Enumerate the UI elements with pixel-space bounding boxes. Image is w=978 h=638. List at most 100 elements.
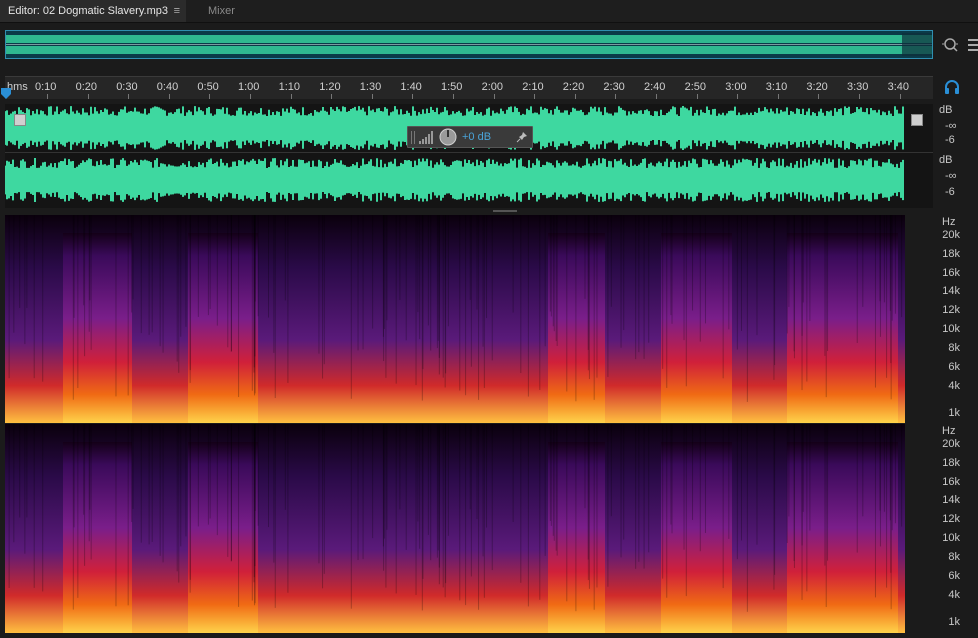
spectrogram-texture-line bbox=[422, 424, 424, 579]
ruler-tick-mark bbox=[656, 94, 657, 99]
spectrogram-texture-line bbox=[643, 424, 645, 569]
tab-editor[interactable]: Editor: 02 Dogmatic Slavery.mp3 ≡ bbox=[0, 0, 186, 22]
spectrogram-texture-line bbox=[566, 424, 568, 602]
spectrogram-texture-line bbox=[635, 215, 637, 360]
time-ruler[interactable]: hms 0:10 0:20 0:30 0:40 0:50 1:00 1:10 1:20 1:30 1… bbox=[5, 76, 933, 99]
drag-grip-icon[interactable] bbox=[410, 130, 416, 145]
ruler-tick-label: 2:40 bbox=[644, 81, 666, 93]
spectrogram-texture-line bbox=[72, 215, 74, 400]
ruler-tick-label: 2:00 bbox=[481, 81, 504, 93]
ruler-tick-mark bbox=[250, 94, 251, 99]
spectrogram-texture-line bbox=[587, 215, 589, 350]
panel-resize-grip[interactable] bbox=[493, 209, 517, 213]
spectrogram-texture-line bbox=[395, 215, 397, 384]
spectral-display-left[interactable] bbox=[5, 215, 933, 423]
spectrogram-texture-line bbox=[643, 215, 645, 359]
spectrogram-texture-line bbox=[415, 424, 417, 595]
spectrogram-texture-line bbox=[323, 424, 325, 574]
ruler-tick-mark bbox=[615, 94, 617, 99]
pin-icon[interactable] bbox=[516, 131, 528, 143]
spectrogram-texture-line bbox=[856, 215, 858, 344]
overview-navigator[interactable] bbox=[5, 30, 933, 59]
hz-label: 1k bbox=[948, 616, 960, 628]
spectrogram-texture-line bbox=[553, 215, 555, 332]
spectrogram-texture-line bbox=[209, 424, 211, 519]
spectrogram-texture-line bbox=[593, 215, 595, 400]
spectrogram-texture-line bbox=[894, 215, 896, 314]
playhead-icon[interactable] bbox=[0, 88, 12, 100]
hz-label: 1k bbox=[948, 407, 960, 419]
spectrogram-texture-line bbox=[437, 215, 439, 341]
spectrogram-texture-line bbox=[486, 424, 488, 528]
spectrogram-texture-line bbox=[372, 424, 374, 539]
fade-out-handle[interactable] bbox=[911, 114, 923, 126]
waveform-display[interactable] bbox=[4, 104, 933, 208]
volume-value[interactable]: +0 dB bbox=[462, 131, 491, 143]
spectrogram-texture-line bbox=[539, 215, 541, 390]
spectrogram-texture-line bbox=[115, 215, 117, 397]
hz-label: 6k bbox=[948, 570, 960, 582]
ruler-tick-mark bbox=[290, 94, 292, 99]
db-unit-label: dB bbox=[939, 104, 953, 116]
spectrogram-texture-line bbox=[386, 215, 388, 321]
spectrogram-texture-line bbox=[383, 424, 385, 539]
spectrogram-texture-line bbox=[620, 424, 622, 558]
spectrogram-texture-line bbox=[512, 424, 514, 523]
spectrogram-texture-line bbox=[699, 424, 701, 552]
spectrogram-texture-line bbox=[825, 424, 827, 608]
spectrogram-texture-line bbox=[357, 215, 359, 351]
spectrogram-texture-line bbox=[699, 215, 701, 342]
spectrogram-texture-line bbox=[556, 424, 558, 556]
spectrogram-texture-line bbox=[512, 215, 514, 313]
spectrogram-texture-line bbox=[722, 424, 724, 589]
hz-label: 10k bbox=[942, 532, 960, 544]
spectrogram-texture-line bbox=[430, 215, 432, 351]
spectrogram-texture-line bbox=[19, 215, 21, 309]
db-unit-label: dB bbox=[939, 154, 953, 166]
spectrogram-texture-line bbox=[274, 424, 276, 608]
spectrogram-texture-line bbox=[544, 215, 546, 347]
spectrogram-texture-line bbox=[77, 424, 79, 598]
spectrogram-texture-line bbox=[419, 215, 421, 340]
tab-menu-icon[interactable]: ≡ bbox=[174, 0, 180, 22]
db-scale-right: dB -∞ -6 bbox=[935, 154, 978, 208]
spectrogram-texture-line bbox=[476, 215, 478, 310]
spectrogram-texture-line bbox=[552, 424, 554, 536]
volume-hud[interactable]: +0 dB bbox=[407, 126, 533, 148]
spectral-display-right[interactable] bbox=[5, 424, 933, 633]
spectrogram-texture-line bbox=[476, 424, 478, 520]
headphones-icon[interactable] bbox=[944, 80, 960, 94]
tab-mixer-label: Mixer bbox=[208, 5, 235, 17]
spectrogram-texture-line bbox=[610, 215, 612, 307]
hz-label: 8k bbox=[948, 342, 960, 354]
spectrogram-texture-line bbox=[84, 215, 86, 357]
spectrogram-texture-line bbox=[436, 424, 438, 558]
spectrogram-texture-line bbox=[469, 215, 471, 300]
volume-knob-icon[interactable] bbox=[439, 128, 457, 146]
spectrogram-texture-line bbox=[422, 215, 424, 370]
spectrogram-texture-line bbox=[197, 424, 199, 527]
tab-mixer[interactable]: Mixer bbox=[200, 0, 243, 22]
spectrogram-texture-line bbox=[886, 424, 888, 588]
fade-in-handle[interactable] bbox=[14, 114, 26, 126]
spectrogram-texture-line bbox=[180, 215, 182, 337]
spectrogram-texture-line bbox=[894, 424, 896, 524]
ruler-tick-mark bbox=[534, 94, 536, 99]
spectrogram-texture-line bbox=[520, 215, 522, 374]
zoom-icon[interactable] bbox=[941, 36, 959, 54]
spectrogram-texture-line bbox=[879, 215, 881, 337]
spectrogram-texture-line bbox=[322, 215, 324, 379]
ruler-tick-mark bbox=[87, 94, 89, 99]
spectrogram-texture-line bbox=[444, 215, 446, 388]
spectrogram-texture-line bbox=[127, 424, 129, 606]
spectrogram-texture-line bbox=[127, 215, 129, 396]
spectrogram-texture-line bbox=[115, 424, 117, 607]
hz-label: 12k bbox=[942, 304, 960, 316]
spectrogram-texture-line bbox=[430, 424, 432, 561]
ruler-tick-label: 3:40 bbox=[887, 81, 910, 93]
spectrogram-texture-line bbox=[385, 424, 387, 588]
spectrogram-texture-line bbox=[437, 424, 439, 551]
hz-unit-label: Hz bbox=[942, 425, 956, 437]
menu-icon[interactable] bbox=[968, 36, 978, 54]
spectrogram-texture-line bbox=[176, 424, 178, 572]
